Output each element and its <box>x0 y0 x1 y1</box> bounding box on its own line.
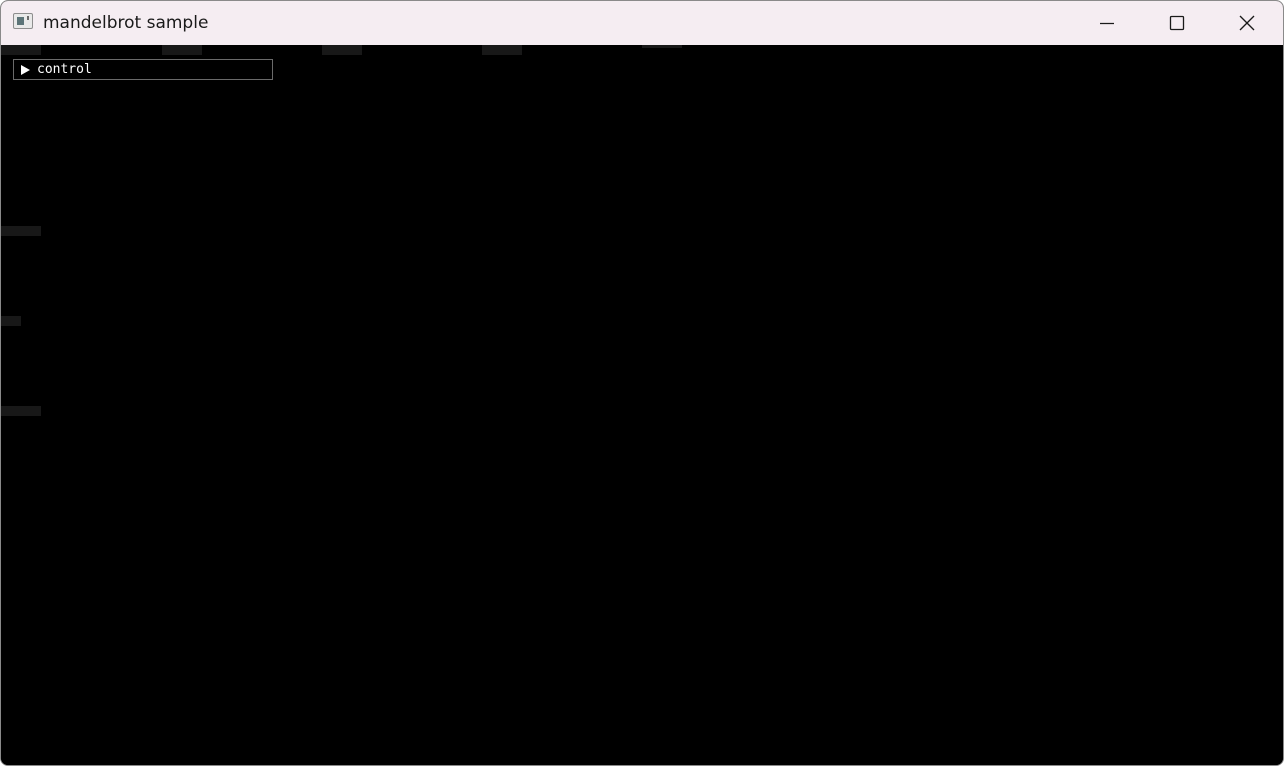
app-icon-mark <box>27 16 29 20</box>
render-tile <box>1 406 41 416</box>
close-button[interactable] <box>1224 1 1270 45</box>
minimize-icon <box>1100 22 1114 25</box>
maximize-button[interactable] <box>1154 1 1200 45</box>
maximize-icon <box>1169 15 1185 31</box>
triangle-right-icon[interactable] <box>21 65 30 75</box>
app-window: mandelbrot sample control <box>0 0 1284 766</box>
render-tile <box>482 45 522 55</box>
render-tile <box>1 316 21 326</box>
render-tile <box>1 226 41 236</box>
render-canvas[interactable] <box>1 45 1283 765</box>
render-tile <box>162 45 202 55</box>
close-icon <box>1239 15 1255 31</box>
control-panel-header[interactable]: control <box>13 59 273 80</box>
window-title: mandelbrot sample <box>43 13 209 33</box>
render-tile <box>322 45 362 55</box>
terminal-window-icon[interactable] <box>13 13 33 29</box>
minimize-button[interactable] <box>1084 1 1130 45</box>
control-panel-label: control <box>37 62 92 77</box>
render-tile <box>642 45 682 48</box>
render-tile <box>1 45 41 55</box>
app-icon-pane <box>17 17 24 25</box>
title-bar[interactable]: mandelbrot sample <box>1 1 1283 45</box>
